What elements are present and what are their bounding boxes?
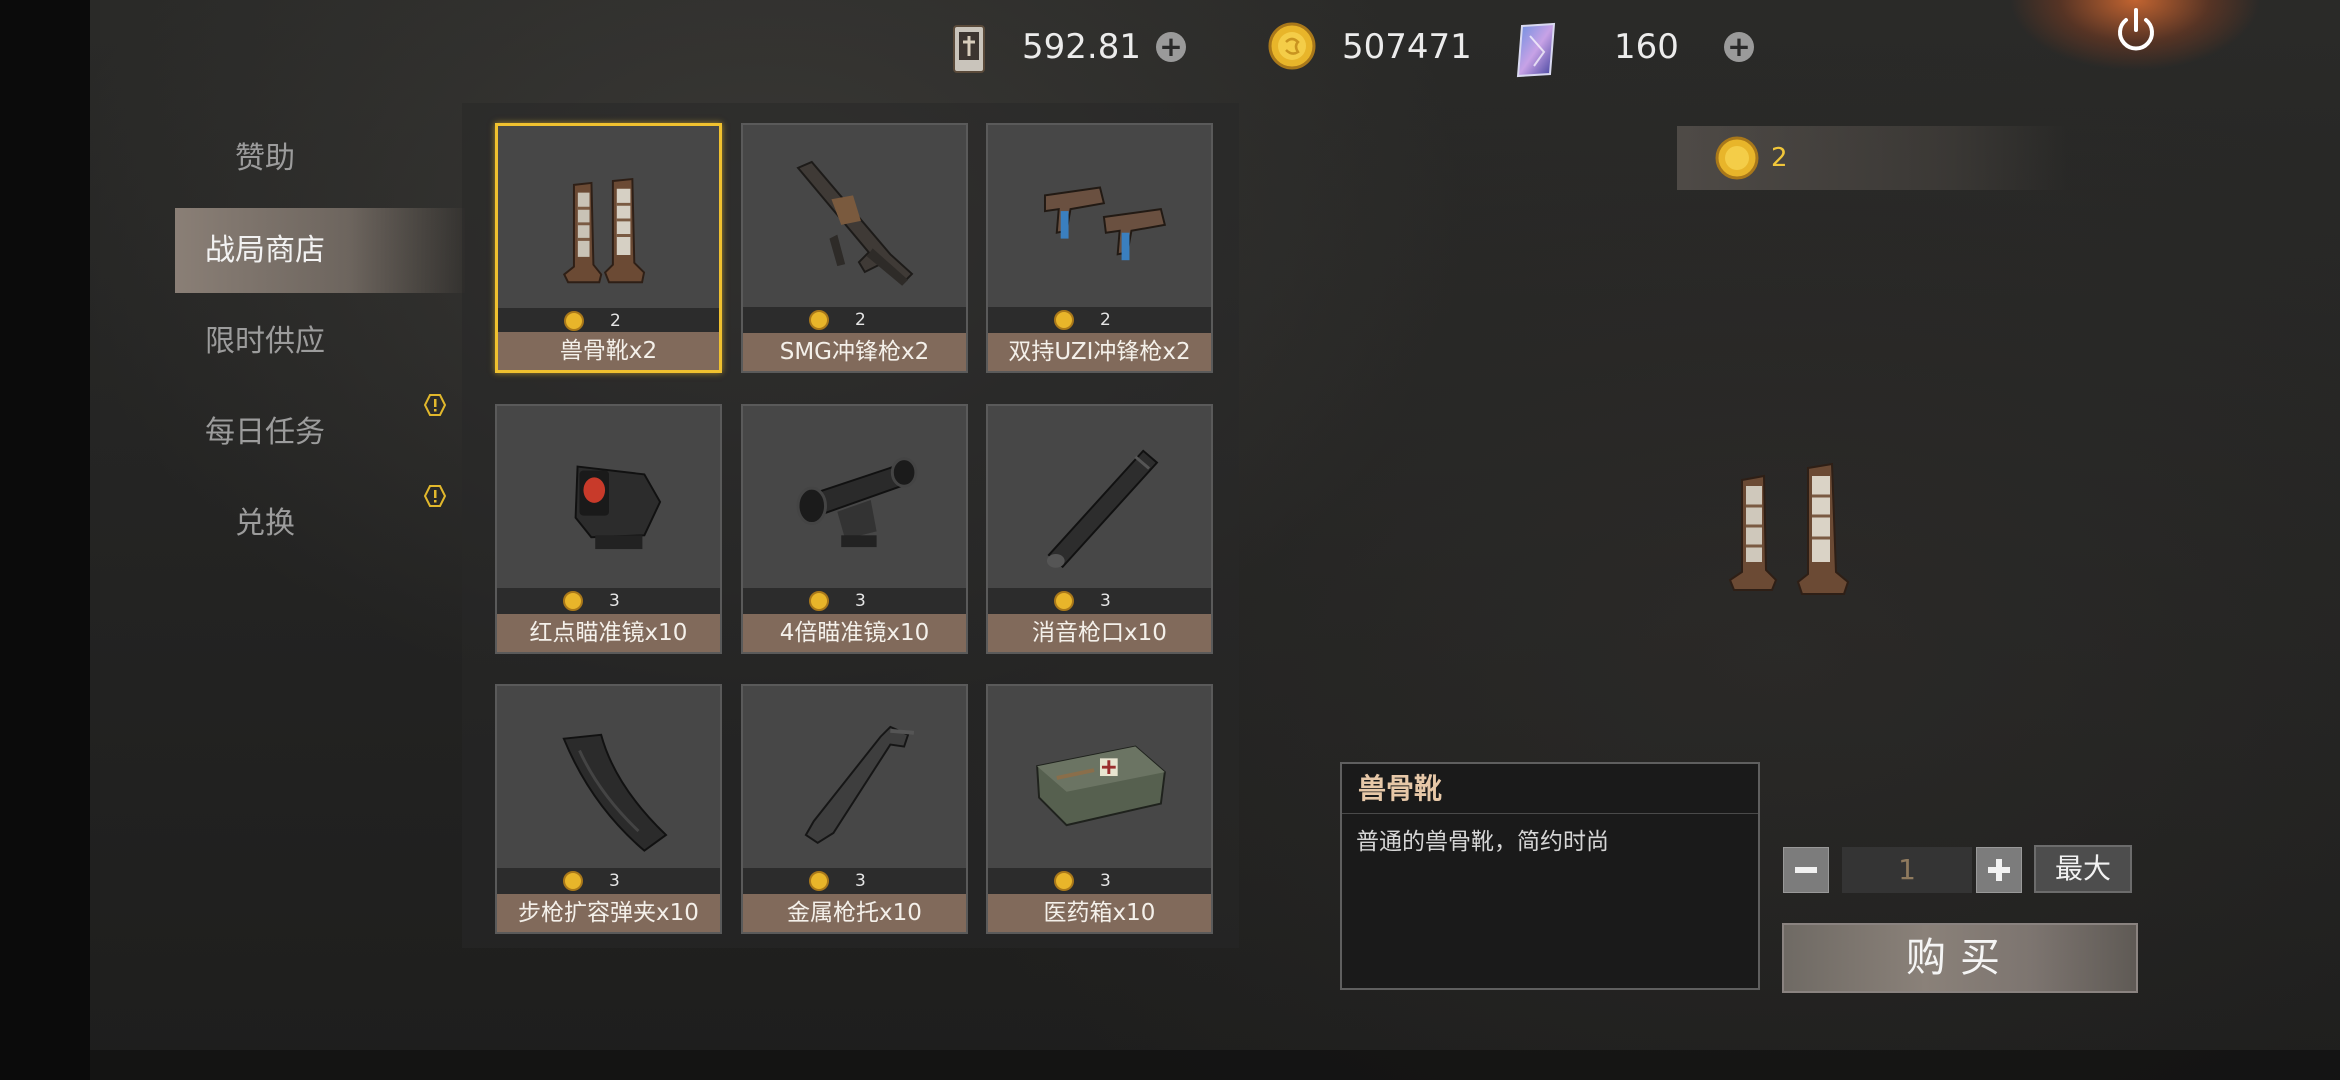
bottom-bar bbox=[90, 1050, 2340, 1080]
item-name: 兽骨靴x2 bbox=[498, 332, 719, 370]
power-icon[interactable] bbox=[2112, 6, 2160, 54]
sidebar-item-label: 兑换 bbox=[235, 506, 295, 541]
item-name: 双持UZI冲锋枪x2 bbox=[988, 333, 1211, 371]
max-quantity-button[interactable]: 最大 bbox=[2034, 845, 2132, 893]
scope-4x-icon bbox=[796, 457, 918, 548]
coin-icon bbox=[564, 311, 584, 331]
price-row: 3 bbox=[743, 588, 966, 614]
description-title: 兽骨靴 bbox=[1342, 764, 1758, 814]
add-ticket-button[interactable]: + bbox=[1156, 32, 1186, 62]
sidebar-item-label: 赞助 bbox=[235, 141, 295, 176]
shop-item-metal-stock[interactable]: 3 金属枪托x10 bbox=[741, 684, 968, 934]
red-dot-sight-icon bbox=[574, 465, 662, 550]
item-price: 3 bbox=[1100, 591, 1111, 611]
item-name: 医药箱x10 bbox=[988, 894, 1211, 932]
item-price: 2 bbox=[610, 311, 621, 331]
item-name: 4倍瞄准镜x10 bbox=[743, 614, 966, 652]
coin-icon bbox=[1054, 591, 1074, 611]
sidebar-item-exchange[interactable]: 兑换 bbox=[175, 481, 465, 566]
left-edge bbox=[0, 0, 90, 1080]
shop-item-boots[interactable]: 2 兽骨靴x2 bbox=[495, 123, 722, 373]
quantity-input[interactable]: 1 bbox=[1842, 847, 1972, 893]
item-name: 金属枪托x10 bbox=[743, 894, 966, 932]
stock-icon bbox=[804, 725, 915, 844]
decrease-quantity-button[interactable] bbox=[1783, 847, 1829, 893]
coin-icon bbox=[1054, 310, 1074, 330]
ticket-value: 592.81 bbox=[1022, 27, 1141, 67]
sidebar-item-battle-shop[interactable]: 战局商店 bbox=[175, 208, 465, 293]
sidebar-item-daily-tasks[interactable]: 每日任务 bbox=[175, 390, 465, 475]
increase-quantity-button[interactable] bbox=[1976, 847, 2022, 893]
shop-item-red-dot-sight[interactable]: 3 红点瞄准镜x10 bbox=[495, 404, 722, 654]
item-price: 3 bbox=[855, 591, 866, 611]
item-price: 3 bbox=[609, 871, 620, 891]
gold-coin-icon bbox=[1268, 22, 1316, 70]
item-price: 3 bbox=[855, 871, 866, 891]
price-row: 2 bbox=[498, 308, 719, 334]
alert-icon bbox=[424, 394, 446, 416]
item-name: 消音枪口x10 bbox=[988, 614, 1211, 652]
coin-icon bbox=[563, 591, 583, 611]
item-name: SMG冲锋枪x2 bbox=[743, 333, 966, 371]
sidebar-item-label: 限时供应 bbox=[205, 324, 325, 359]
medkit-icon bbox=[1036, 745, 1166, 827]
sidebar-item-label: 战局商店 bbox=[205, 233, 325, 268]
card-value: 160 bbox=[1614, 27, 1679, 67]
selected-price: 2 bbox=[1771, 143, 1788, 173]
smg-icon bbox=[796, 160, 914, 286]
magazine-icon bbox=[562, 733, 668, 852]
price-row: 2 bbox=[743, 307, 966, 333]
item-name: 步枪扩容弹夹x10 bbox=[497, 894, 720, 932]
item-price: 3 bbox=[609, 591, 620, 611]
boots-icon bbox=[562, 177, 646, 284]
price-row: 2 bbox=[988, 307, 1211, 333]
coin-icon bbox=[809, 871, 829, 891]
coin-icon bbox=[563, 871, 583, 891]
alert-icon bbox=[424, 485, 446, 507]
gold-coin-icon bbox=[1715, 136, 1759, 180]
selected-item-preview bbox=[1728, 462, 1850, 595]
crystal-card-icon bbox=[1516, 22, 1556, 78]
price-row: 3 bbox=[743, 868, 966, 894]
price-row: 3 bbox=[988, 868, 1211, 894]
item-price: 2 bbox=[1100, 310, 1111, 330]
coin-icon bbox=[1054, 871, 1074, 891]
sidebar-item-limited-supply[interactable]: 限时供应 bbox=[175, 299, 465, 384]
price-row: 3 bbox=[497, 588, 720, 614]
shop-item-scope-4x[interactable]: 3 4倍瞄准镜x10 bbox=[741, 404, 968, 654]
buy-button[interactable]: 购买 bbox=[1782, 923, 2138, 993]
uzi-icon bbox=[1043, 186, 1167, 261]
sidebar-item-sponsor[interactable]: 赞助 bbox=[175, 116, 465, 201]
item-price: 2 bbox=[855, 310, 866, 330]
minus-icon bbox=[1795, 867, 1817, 873]
shop-item-silencer[interactable]: 3 消音枪口x10 bbox=[986, 404, 1213, 654]
coin-value: 507471 bbox=[1342, 27, 1472, 67]
silencer-icon bbox=[1046, 449, 1159, 569]
sidebar-item-label: 每日任务 bbox=[205, 415, 325, 450]
selected-price-bar: 2 bbox=[1677, 126, 2067, 190]
coin-icon bbox=[809, 591, 829, 611]
add-card-button[interactable]: + bbox=[1724, 32, 1754, 62]
coin-icon bbox=[809, 310, 829, 330]
shop-item-medkit[interactable]: 3 医药箱x10 bbox=[986, 684, 1213, 934]
price-row: 3 bbox=[988, 588, 1211, 614]
price-row: 3 bbox=[497, 868, 720, 894]
ticket-card-icon bbox=[953, 25, 985, 73]
shop-item-uzi[interactable]: 2 双持UZI冲锋枪x2 bbox=[986, 123, 1213, 373]
item-price: 3 bbox=[1100, 871, 1111, 891]
plus-icon bbox=[1988, 859, 2010, 881]
description-text: 普通的兽骨靴，简约时尚 bbox=[1356, 829, 1609, 855]
item-description-box: 兽骨靴 普通的兽骨靴，简约时尚 bbox=[1340, 762, 1760, 990]
shop-item-smg[interactable]: 2 SMG冲锋枪x2 bbox=[741, 123, 968, 373]
item-name: 红点瞄准镜x10 bbox=[497, 614, 720, 652]
shop-item-magazine[interactable]: 3 步枪扩容弹夹x10 bbox=[495, 684, 722, 934]
